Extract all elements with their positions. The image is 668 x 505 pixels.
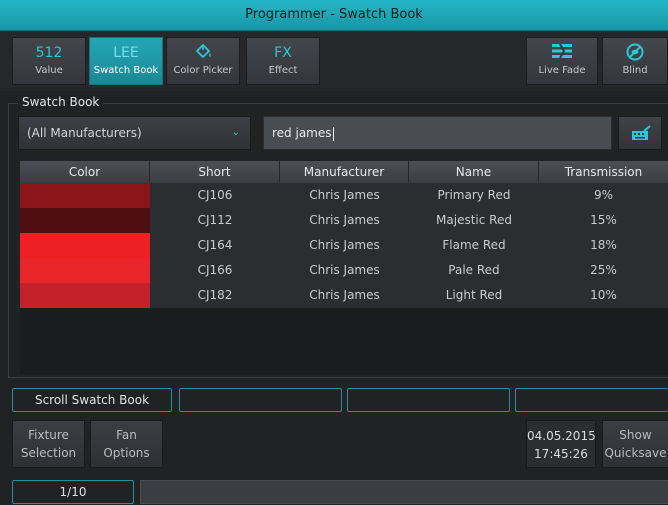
table-row[interactable]: CJ106 Chris James Primary Red 9% <box>20 183 668 208</box>
encoder-4[interactable] <box>515 388 668 412</box>
lee-label: LEE <box>113 45 139 61</box>
color-swatch <box>20 258 150 283</box>
live-fade-button[interactable]: Live Fade <box>526 37 598 85</box>
fan-options-button[interactable]: Fan Options <box>90 420 163 468</box>
fx-label: FX <box>274 45 292 61</box>
time-text: 17:45:26 <box>534 447 588 461</box>
cell-name: Pale Red <box>448 263 500 277</box>
cell-name: Light Red <box>445 288 503 302</box>
color-swatch <box>20 183 150 208</box>
color-picker-button[interactable]: Color Picker <box>166 37 240 85</box>
show-quicksave-line1: Show <box>619 428 652 442</box>
swatch-book-button[interactable]: LEE Swatch Book <box>89 37 163 85</box>
cell-transmission: 15% <box>590 213 617 227</box>
column-color[interactable]: Color <box>20 161 150 183</box>
value-number: 512 <box>35 45 63 61</box>
table-row[interactable]: CJ112 Chris James Majestic Red 15% <box>20 208 668 233</box>
live-fade-icon <box>527 42 597 64</box>
blind-label: Blind <box>622 65 648 76</box>
color-swatch <box>20 283 150 308</box>
column-transmission[interactable]: Transmission <box>539 161 668 183</box>
chevron-down-icon: ⌄ <box>231 127 240 138</box>
paint-bucket-icon <box>167 42 239 64</box>
encoder-scroll-swatch-book[interactable]: Scroll Swatch Book <box>12 388 172 412</box>
cell-name: Primary Red <box>437 188 511 202</box>
cell-short: CJ182 <box>197 288 233 302</box>
show-quicksave-button[interactable]: Show Quicksave <box>602 420 668 468</box>
cell-short: CJ166 <box>197 263 233 277</box>
search-value: red james <box>272 126 332 140</box>
fan-options-line1: Fan <box>116 428 137 442</box>
table-row[interactable]: CJ164 Chris James Flame Red 18% <box>20 233 668 258</box>
table-row[interactable]: CJ182 Chris James Light Red 10% <box>20 283 668 308</box>
manufacturer-dropdown[interactable]: (All Manufacturers) ⌄ <box>18 116 251 150</box>
toolbar: 512 Value LEE Swatch Book Color Picker F… <box>0 31 668 91</box>
live-fade-label: Live Fade <box>538 65 586 76</box>
value-button[interactable]: 512 Value <box>12 37 86 85</box>
effect-button[interactable]: FX Effect <box>246 37 320 85</box>
window-title: Programmer - Swatch Book <box>0 0 668 31</box>
blind-button[interactable]: Blind <box>602 37 668 85</box>
date-text: 04.05.2015 <box>527 429 596 443</box>
column-short[interactable]: Short <box>150 161 280 183</box>
fan-options-line2: Options <box>103 446 150 460</box>
cell-transmission: 9% <box>593 188 614 202</box>
show-quicksave-line2: Quicksave <box>604 446 667 460</box>
keyboard-button[interactable] <box>618 116 662 150</box>
fixture-selection-line1: Fixture <box>28 428 69 442</box>
effect-label: Effect <box>268 65 298 76</box>
column-name[interactable]: Name <box>409 161 539 183</box>
cell-transmission: 18% <box>590 238 617 252</box>
cell-manufacturer: Chris James <box>309 288 380 302</box>
page-indicator[interactable]: 1/10 <box>12 480 134 504</box>
swatch-table-body: CJ106 Chris James Primary Red 9% CJ112 C… <box>20 183 668 375</box>
clock-display: 04.05.2015 17:45:26 <box>526 420 596 468</box>
keyboard-icon <box>632 125 651 140</box>
horizontal-scrollbar[interactable] <box>140 480 668 504</box>
table-row[interactable]: CJ166 Chris James Pale Red 25% <box>20 258 668 283</box>
search-input[interactable]: red james <box>263 116 612 150</box>
cell-manufacturer: Chris James <box>309 188 380 202</box>
swatch-book-label: Swatch Book <box>93 65 159 76</box>
blind-icon <box>603 42 667 64</box>
cell-transmission: 25% <box>590 263 617 277</box>
color-swatch <box>20 208 150 233</box>
value-label: Value <box>35 65 63 76</box>
cell-short: CJ106 <box>197 188 233 202</box>
table-header: Color Short Manufacturer Name Transmissi… <box>20 161 668 183</box>
cell-short: CJ164 <box>197 238 233 252</box>
color-picker-label: Color Picker <box>173 65 233 76</box>
cell-name: Majestic Red <box>436 213 512 227</box>
cell-manufacturer: Chris James <box>309 238 380 252</box>
text-caret <box>332 126 334 141</box>
cell-short: CJ112 <box>197 213 233 227</box>
encoder-bar: Scroll Swatch Book <box>12 388 668 412</box>
cell-manufacturer: Chris James <box>309 213 380 227</box>
cell-transmission: 10% <box>590 288 617 302</box>
fixture-selection-line2: Selection <box>20 446 77 460</box>
cell-manufacturer: Chris James <box>309 263 380 277</box>
cell-name: Flame Red <box>442 238 506 252</box>
panel-title: Swatch Book <box>18 95 104 109</box>
color-swatch <box>20 233 150 258</box>
fixture-selection-button[interactable]: Fixture Selection <box>12 420 85 468</box>
encoder-2[interactable] <box>179 388 342 412</box>
encoder-3[interactable] <box>347 388 510 412</box>
manufacturer-value: (All Manufacturers) <box>27 126 142 140</box>
column-manufacturer[interactable]: Manufacturer <box>280 161 409 183</box>
